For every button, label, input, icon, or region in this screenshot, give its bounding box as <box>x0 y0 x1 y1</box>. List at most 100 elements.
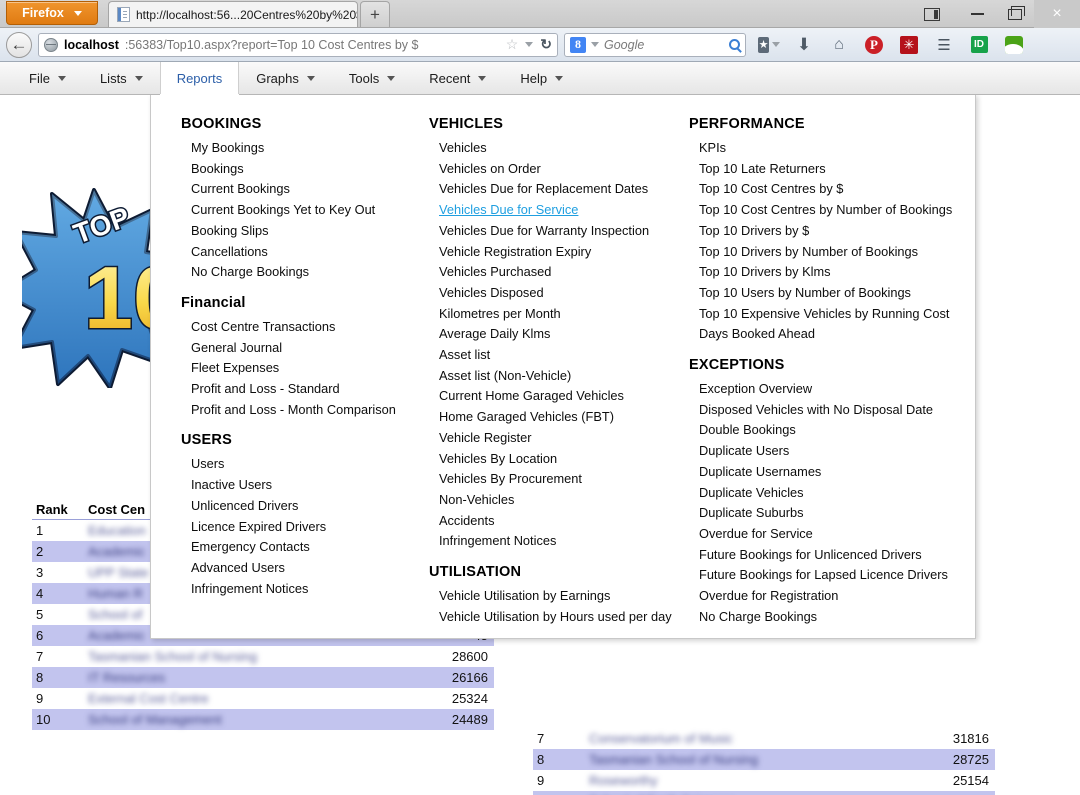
home-button[interactable]: ⌂ <box>828 34 850 56</box>
downloads-button[interactable]: ⬇ <box>793 34 815 56</box>
leaf-button[interactable] <box>1003 34 1025 56</box>
menu-item-top-10-expensive-vehicles-by-running-cost[interactable]: Top 10 Expensive Vehicles by Running Cos… <box>689 304 965 325</box>
menubar-item-file[interactable]: File <box>12 62 83 94</box>
new-tab-button[interactable]: + <box>360 1 390 27</box>
menu-item-emergency-contacts[interactable]: Emergency Contacts <box>181 537 409 558</box>
menu-item-average-daily-klms[interactable]: Average Daily Klms <box>429 324 669 345</box>
menu-item-future-bookings-for-unlicenced-drivers[interactable]: Future Bookings for Unlicenced Drivers <box>689 545 965 566</box>
menu-item-cancellations[interactable]: Cancellations <box>181 242 409 263</box>
tab-groups-button[interactable] <box>920 0 958 28</box>
menu-item-users[interactable]: Users <box>181 454 409 475</box>
menu-item-top-10-users-by-number-of-bookings[interactable]: Top 10 Users by Number of Bookings <box>689 283 965 304</box>
menu-item-vehicles[interactable]: Vehicles <box>429 138 669 159</box>
menu-item-kilometres-per-month[interactable]: Kilometres per Month <box>429 304 669 325</box>
menu-item-profit-and-loss-standard[interactable]: Profit and Loss - Standard <box>181 379 409 400</box>
menu-item-vehicle-utilisation-by-earnings[interactable]: Vehicle Utilisation by Earnings <box>429 586 669 607</box>
menubar-item-lists[interactable]: Lists <box>83 62 160 94</box>
menu-item-exception-overview[interactable]: Exception Overview <box>689 379 965 400</box>
menu-item-overdue-for-service[interactable]: Overdue for Service <box>689 524 965 545</box>
firefox-menu-button[interactable]: Firefox <box>6 1 98 25</box>
menu-item-vehicles-by-location[interactable]: Vehicles By Location <box>429 449 669 470</box>
table-row[interactable]: 10School of Earth Sciences25151 <box>533 791 995 795</box>
menu-item-current-bookings[interactable]: Current Bookings <box>181 179 409 200</box>
menu-item-no-charge-bookings[interactable]: No Charge Bookings <box>181 262 409 283</box>
menu-item-bookings[interactable]: Bookings <box>181 159 409 180</box>
menu-item-current-bookings-yet-to-key-out[interactable]: Current Bookings Yet to Key Out <box>181 200 409 221</box>
menu-item-vehicles-due-for-replacement-dates[interactable]: Vehicles Due for Replacement Dates <box>429 179 669 200</box>
reload-icon[interactable]: ↻ <box>540 36 552 53</box>
table-row[interactable]: 8 IT Resources 26166 <box>32 667 494 688</box>
table-row[interactable]: 8 Tasmanian School of Nursing 28725 <box>533 749 995 770</box>
minimize-button[interactable] <box>958 0 996 28</box>
browser-tab[interactable]: http://localhost:56...20Centres%20by%20$ <box>108 1 358 27</box>
back-button[interactable]: ← <box>6 31 32 58</box>
menu-item-vehicles-disposed[interactable]: Vehicles Disposed <box>429 283 669 304</box>
menu-item-licence-expired-drivers[interactable]: Licence Expired Drivers <box>181 517 409 538</box>
menu-item-days-booked-ahead[interactable]: Days Booked Ahead <box>689 324 965 345</box>
menubar-item-graphs[interactable]: Graphs <box>239 62 332 94</box>
restore-button[interactable] <box>996 0 1034 28</box>
menu-item-future-bookings-for-lapsed-licence-drivers[interactable]: Future Bookings for Lapsed Licence Drive… <box>689 565 965 586</box>
menu-item-general-journal[interactable]: General Journal <box>181 338 409 359</box>
chevron-down-icon[interactable] <box>591 42 599 47</box>
bookmark-star-icon[interactable]: ☆ <box>506 36 519 53</box>
search-bar[interactable]: 8 Google <box>564 32 746 57</box>
menu-item-infringement-notices[interactable]: Infringement Notices <box>429 531 669 552</box>
menu-item-top-10-cost-centres-by-number-of-bookings[interactable]: Top 10 Cost Centres by Number of Booking… <box>689 200 965 221</box>
table-row[interactable]: 9 External Cost Centre 25324 <box>32 688 494 709</box>
menu-item-vehicle-register[interactable]: Vehicle Register <box>429 428 669 449</box>
menu-item-disposed-vehicles-with-no-disposal-date[interactable]: Disposed Vehicles with No Disposal Date <box>689 400 965 421</box>
menu-item-duplicate-vehicles[interactable]: Duplicate Vehicles <box>689 483 965 504</box>
table-row[interactable]: 7 Tasmanian School of Nursing 28600 <box>32 646 494 667</box>
menu-item-my-bookings[interactable]: My Bookings <box>181 138 409 159</box>
chevron-down-icon[interactable] <box>525 42 534 47</box>
menu-item-inactive-users[interactable]: Inactive Users <box>181 475 409 496</box>
menubar-item-reports[interactable]: Reports <box>159 62 240 94</box>
menu-item-duplicate-usernames[interactable]: Duplicate Usernames <box>689 462 965 483</box>
menu-item-cost-centre-transactions[interactable]: Cost Centre Transactions <box>181 317 409 338</box>
menu-item-current-home-garaged-vehicles[interactable]: Current Home Garaged Vehicles <box>429 386 669 407</box>
menu-item-duplicate-users[interactable]: Duplicate Users <box>689 441 965 462</box>
menu-item-unlicenced-drivers[interactable]: Unlicenced Drivers <box>181 496 409 517</box>
reports-dropdown-menu[interactable]: BOOKINGS My Bookings Bookings Current Booki… <box>150 94 976 639</box>
menu-item-top-10-cost-centres-by[interactable]: Top 10 Cost Centres by $ <box>689 179 965 200</box>
menu-item-no-charge-bookings[interactable]: No Charge Bookings <box>689 607 965 628</box>
menu-item-profit-and-loss-month-comparison[interactable]: Profit and Loss - Month Comparison <box>181 400 409 421</box>
layers-button[interactable]: ☰ <box>933 34 955 56</box>
menu-item-non-vehicles[interactable]: Non-Vehicles <box>429 490 669 511</box>
menu-item-kpis[interactable]: KPIs <box>689 138 965 159</box>
menu-item-vehicle-utilisation-by-hours-used-per-day[interactable]: Vehicle Utilisation by Hours used per da… <box>429 607 672 628</box>
evernote-button[interactable]: ✳ <box>898 34 920 56</box>
menu-item-advanced-users[interactable]: Advanced Users <box>181 558 409 579</box>
menu-item-booking-slips[interactable]: Booking Slips <box>181 221 409 242</box>
menu-item-asset-list-non-vehicle[interactable]: Asset list (Non-Vehicle) <box>429 366 669 387</box>
menu-item-fleet-expenses[interactable]: Fleet Expenses <box>181 358 409 379</box>
search-magnifier-icon[interactable] <box>729 39 740 50</box>
menu-item-top-10-drivers-by[interactable]: Top 10 Drivers by $ <box>689 221 965 242</box>
pinterest-button[interactable]: P <box>863 34 885 56</box>
menu-item-vehicles-purchased[interactable]: Vehicles Purchased <box>429 262 669 283</box>
menu-item-double-bookings[interactable]: Double Bookings <box>689 420 965 441</box>
menu-item-vehicle-registration-expiry[interactable]: Vehicle Registration Expiry <box>429 242 669 263</box>
menu-item-home-garaged-vehicles-fbt[interactable]: Home Garaged Vehicles (FBT) <box>429 407 669 428</box>
close-window-button[interactable]: × <box>1034 0 1080 28</box>
menu-item-top-10-drivers-by-klms[interactable]: Top 10 Drivers by Klms <box>689 262 965 283</box>
identity-button[interactable]: ID <box>968 34 990 56</box>
search-input[interactable]: Google <box>604 38 644 52</box>
menubar-item-help[interactable]: Help <box>503 62 580 94</box>
table-row[interactable]: 9 Roseworthy 25154 <box>533 770 995 791</box>
menu-item-vehicles-by-procurement[interactable]: Vehicles By Procurement <box>429 469 669 490</box>
menu-item-asset-list[interactable]: Asset list <box>429 345 669 366</box>
menu-item-top-10-drivers-by-number-of-bookings[interactable]: Top 10 Drivers by Number of Bookings <box>689 242 965 263</box>
menubar-item-recent[interactable]: Recent <box>412 62 503 94</box>
menubar-item-tools[interactable]: Tools <box>332 62 412 94</box>
menu-item-vehicles-due-for-warranty-inspection[interactable]: Vehicles Due for Warranty Inspection <box>429 221 669 242</box>
table-row[interactable]: 7 Conservatorium of Music 31816 <box>533 728 995 749</box>
table-row[interactable]: 10 School of Management 24489 <box>32 709 494 730</box>
menu-item-infringement-notices[interactable]: Infringement Notices <box>181 579 409 600</box>
address-bar[interactable]: localhost :56383/Top10.aspx?report=Top 1… <box>38 32 558 57</box>
menu-item-accidents[interactable]: Accidents <box>429 511 669 532</box>
bookmarks-toolbar-button[interactable]: ★ <box>758 34 780 56</box>
menu-item-duplicate-suburbs[interactable]: Duplicate Suburbs <box>689 503 965 524</box>
menu-item-top-10-late-returners[interactable]: Top 10 Late Returners <box>689 159 965 180</box>
